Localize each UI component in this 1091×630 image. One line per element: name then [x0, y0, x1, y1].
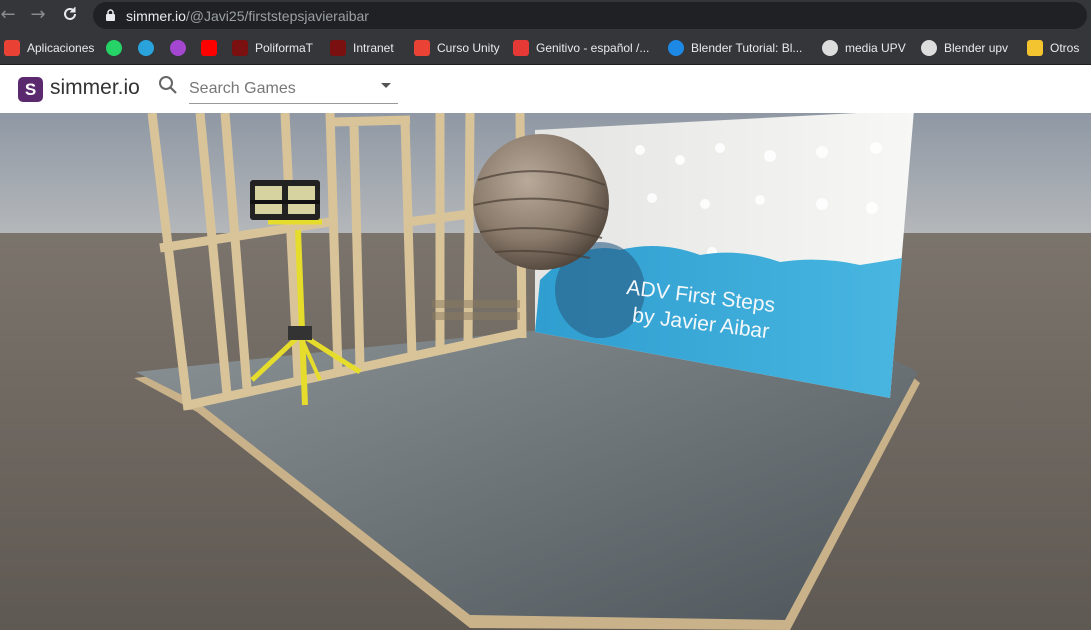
- globe-icon: [921, 40, 937, 56]
- back-arrow-icon[interactable]: ←: [0, 5, 18, 25]
- bookmark-label: Intranet: [353, 41, 394, 55]
- bookmark-item[interactable]: Otros: [1027, 39, 1079, 57]
- chevron-down-icon[interactable]: [381, 83, 391, 88]
- url-text: simmer.io/@Javi25/firststepsjavieraibar: [126, 8, 369, 24]
- bookmark-label: Blender upv: [944, 41, 1009, 55]
- bookmark-label: Curso Unity: [437, 41, 500, 55]
- reload-icon[interactable]: [60, 5, 80, 25]
- bookmark-item[interactable]: [201, 39, 224, 57]
- browser-address-bar: ← → simmer.io/@Javi25/firststepsjavierai…: [0, 0, 1091, 31]
- blender-icon: [668, 40, 684, 56]
- bookmark-label: PoliformaT: [255, 41, 314, 55]
- telegram-icon: [138, 40, 154, 56]
- bookmark-item[interactable]: Genitivo - español /...: [513, 39, 649, 57]
- game-canvas[interactable]: ADV First Steps by Javier Aibar: [0, 113, 1091, 630]
- bookmark-label: Genitivo - español /...: [536, 41, 650, 55]
- fifty-icon: [513, 40, 529, 56]
- bookmark-item[interactable]: Aplicaciones: [4, 39, 94, 57]
- bookmark-item[interactable]: [170, 39, 193, 57]
- upv-icon: [232, 40, 248, 56]
- bookmark-item[interactable]: [138, 39, 161, 57]
- bookmark-item[interactable]: media UPV: [822, 39, 906, 57]
- podcast-icon: [170, 40, 186, 56]
- brand-name[interactable]: simmer.io: [50, 76, 140, 100]
- address-omnibox[interactable]: simmer.io/@Javi25/firststepsjavieraibar: [93, 2, 1087, 29]
- forward-arrow-icon[interactable]: →: [28, 5, 48, 25]
- bookmark-item[interactable]: [106, 39, 129, 57]
- bookmark-label: media UPV: [845, 41, 906, 55]
- bookmark-item[interactable]: Intranet: [330, 39, 394, 57]
- simmer-header: S simmer.io: [0, 65, 1091, 113]
- apps-grid-icon: [4, 40, 20, 56]
- folder-icon: [1027, 40, 1043, 56]
- bookmark-label: Aplicaciones: [27, 41, 95, 55]
- search-games-input[interactable]: [189, 75, 398, 104]
- globe-icon: [822, 40, 838, 56]
- gmail-icon: [414, 40, 430, 56]
- lock-icon: [105, 9, 116, 27]
- bookmark-item[interactable]: Curso Unity: [414, 39, 500, 57]
- simmer-logo[interactable]: S: [18, 77, 43, 102]
- bookmark-label: Otros: [1050, 41, 1080, 55]
- bookmark-item[interactable]: PoliformaT: [232, 39, 313, 57]
- search-icon[interactable]: [158, 75, 178, 100]
- upv-icon: [330, 40, 346, 56]
- bookmarks-bar: Aplicaciones PoliformaT Intranet Curso Unit…: [0, 31, 1091, 65]
- whatsapp-icon: [106, 40, 122, 56]
- bookmark-item[interactable]: Blender upv: [921, 39, 1008, 57]
- bookmark-label: Blender Tutorial: Bl...: [691, 41, 803, 55]
- youtube-icon: [201, 40, 217, 56]
- bookmark-item[interactable]: Blender Tutorial: Bl...: [668, 39, 802, 57]
